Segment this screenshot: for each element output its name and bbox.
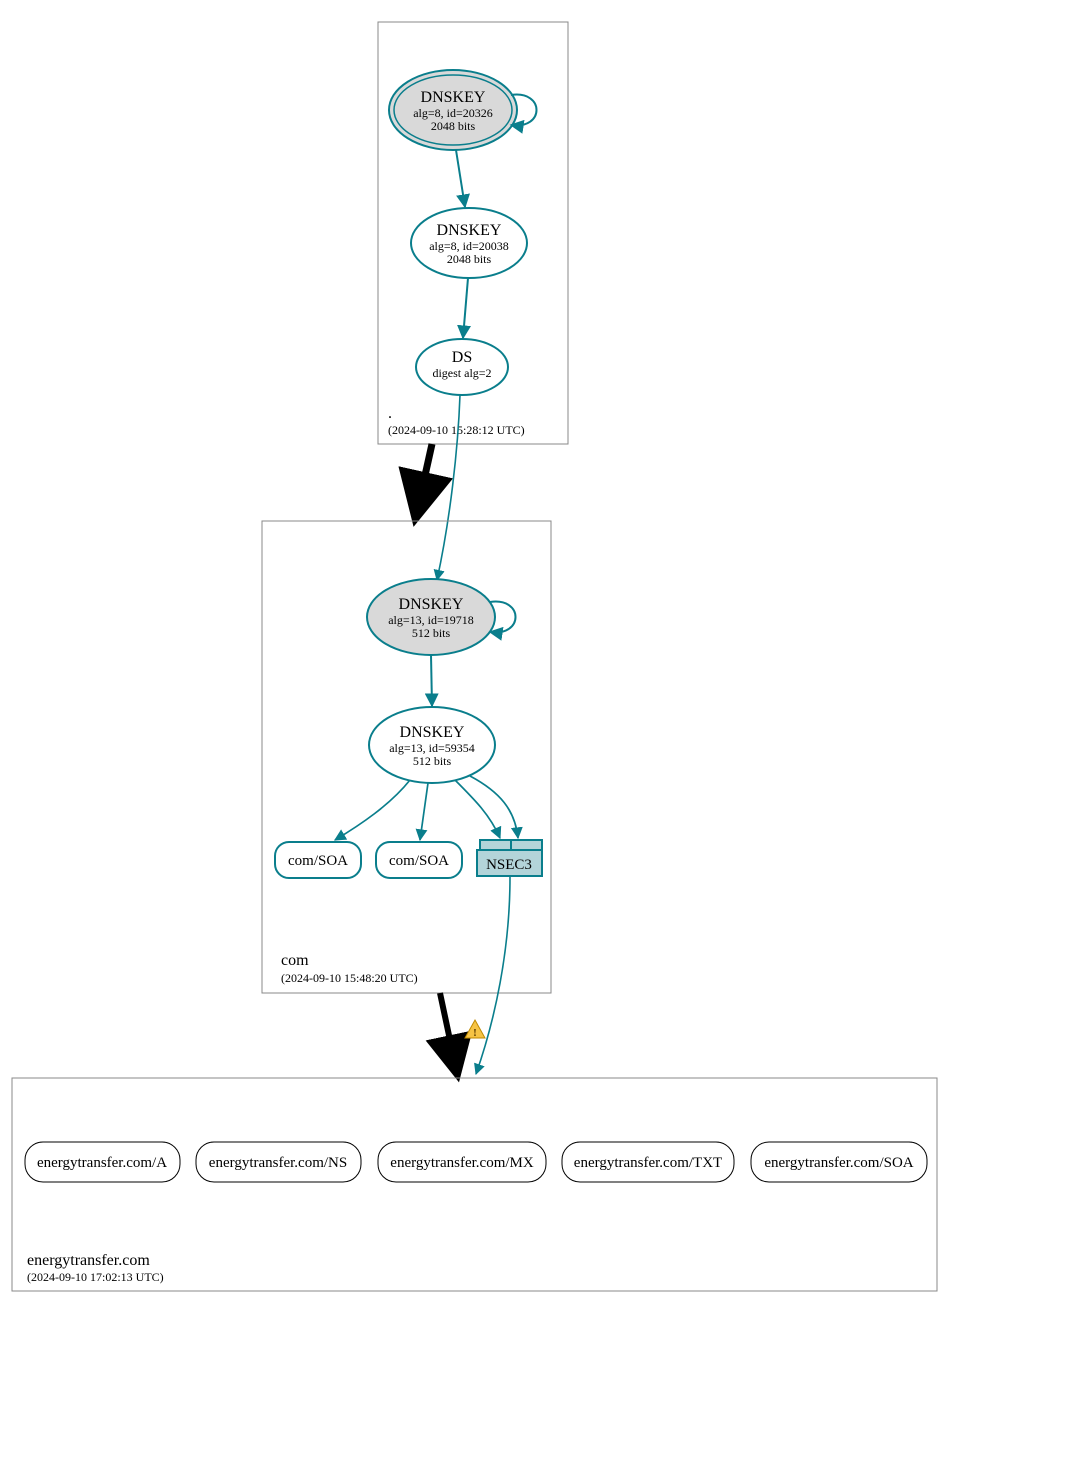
- zone-target-name: energytransfer.com: [27, 1252, 150, 1269]
- edge-com-nsec3-to-target: [476, 877, 510, 1074]
- edge-com-zsk-soa2: [420, 783, 428, 840]
- edge-com-to-target-delegation: [440, 993, 457, 1073]
- zone-root-timestamp: (2024-09-10 15:28:12 UTC): [388, 423, 525, 437]
- com-soa2-label: com/SOA: [389, 853, 449, 869]
- zone-root: . (2024-09-10 15:28:12 UTC) DNSKEY alg=8…: [378, 22, 568, 444]
- com-zsk-line3: 512 bits: [413, 754, 452, 768]
- zone-target-timestamp: (2024-09-10 17:02:13 UTC): [27, 1270, 164, 1284]
- root-zsk-title: DNSKEY: [437, 222, 502, 239]
- root-zsk-line2: alg=8, id=20038: [429, 239, 509, 253]
- target-mx-label: energytransfer.com/MX: [390, 1155, 534, 1171]
- node-target-ns: energytransfer.com/NS: [196, 1142, 361, 1182]
- target-soa-label: energytransfer.com/SOA: [764, 1155, 913, 1171]
- zone-com-timestamp: (2024-09-10 15:48:20 UTC): [281, 971, 418, 985]
- zone-target: energytransfer.com (2024-09-10 17:02:13 …: [12, 1078, 937, 1291]
- node-com-zsk: DNSKEY alg=13, id=59354 512 bits: [369, 707, 495, 783]
- root-ksk-line3: 2048 bits: [431, 119, 476, 133]
- com-zsk-title: DNSKEY: [400, 724, 465, 741]
- node-target-mx: energytransfer.com/MX: [378, 1142, 546, 1182]
- edge-root-to-com-delegation: [416, 444, 432, 516]
- node-target-txt: energytransfer.com/TXT: [562, 1142, 734, 1182]
- root-ksk-line2: alg=8, id=20326: [413, 106, 493, 120]
- svg-text:!: !: [473, 1027, 477, 1039]
- com-ksk-line2: alg=13, id=19718: [388, 613, 474, 627]
- root-zsk-line3: 2048 bits: [447, 252, 492, 266]
- node-root-ds: DS digest alg=2: [416, 339, 508, 395]
- root-ksk-title: DNSKEY: [421, 89, 486, 106]
- target-txt-label: energytransfer.com/TXT: [574, 1155, 722, 1171]
- target-a-label: energytransfer.com/A: [37, 1155, 167, 1171]
- node-com-soa2: com/SOA: [376, 842, 462, 878]
- node-com-ksk: DNSKEY alg=13, id=19718 512 bits: [367, 579, 495, 655]
- com-nsec3-label: NSEC3: [486, 857, 532, 873]
- com-ksk-title: DNSKEY: [399, 596, 464, 613]
- edge-root-zsk-ds: [463, 278, 468, 338]
- node-target-a: energytransfer.com/A: [25, 1142, 180, 1182]
- edge-root-ksk-zsk: [456, 150, 465, 207]
- edge-com-ksk-zsk: [431, 655, 432, 706]
- edge-com-zsk-soa1: [335, 780, 410, 840]
- root-ds-line2: digest alg=2: [432, 366, 491, 380]
- node-com-soa1: com/SOA: [275, 842, 361, 878]
- zone-root-name: .: [388, 405, 392, 422]
- node-root-zsk: DNSKEY alg=8, id=20038 2048 bits: [411, 208, 527, 278]
- com-soa1-label: com/SOA: [288, 853, 348, 869]
- warning-icon: !: [465, 1020, 485, 1039]
- root-ds-title: DS: [452, 349, 472, 366]
- com-zsk-line2: alg=13, id=59354: [389, 741, 475, 755]
- node-target-soa: energytransfer.com/SOA: [751, 1142, 927, 1182]
- edge-com-zsk-nsec3b: [470, 776, 518, 838]
- dnssec-diagram: . (2024-09-10 15:28:12 UTC) DNSKEY alg=8…: [0, 0, 1087, 1473]
- zone-com-name: com: [281, 952, 309, 969]
- node-com-nsec3: NSEC3: [477, 840, 542, 876]
- target-ns-label: energytransfer.com/NS: [209, 1155, 347, 1171]
- com-ksk-line3: 512 bits: [412, 626, 451, 640]
- node-root-ksk: DNSKEY alg=8, id=20326 2048 bits: [389, 70, 517, 150]
- edge-com-zsk-nsec3: [455, 780, 500, 838]
